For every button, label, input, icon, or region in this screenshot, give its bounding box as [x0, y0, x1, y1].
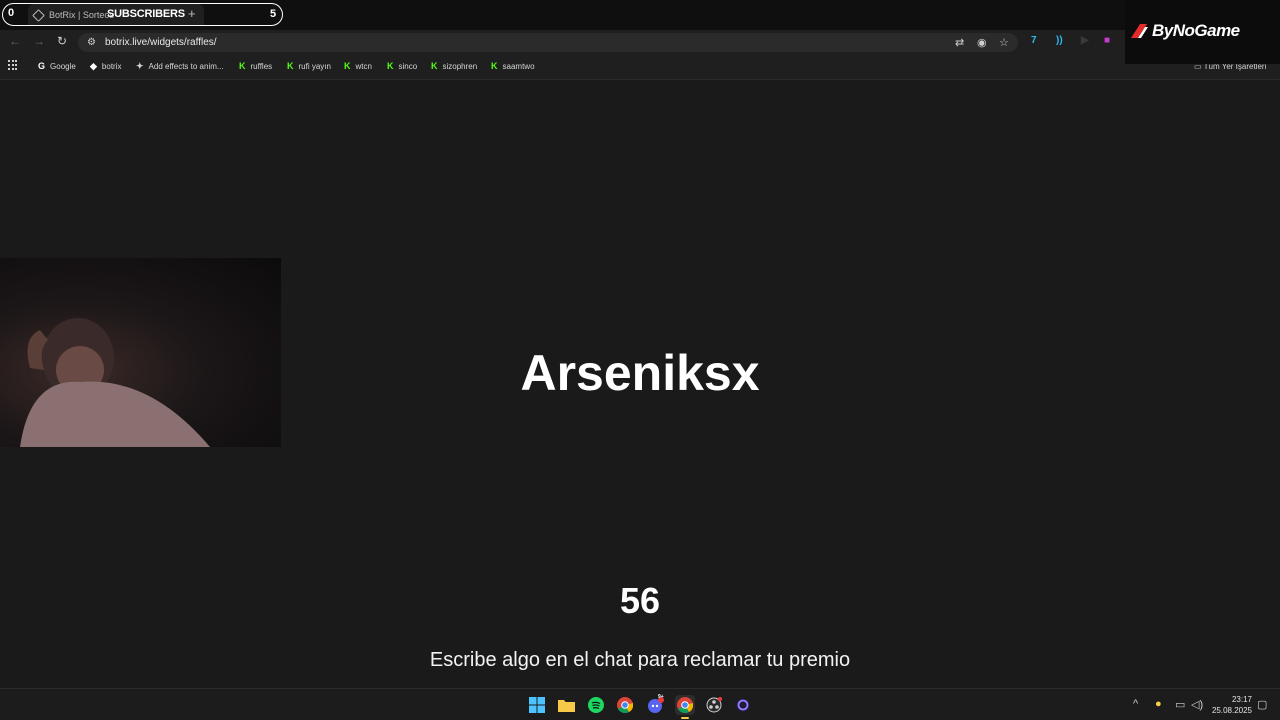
app-icon[interactable] [734, 696, 752, 714]
bynogame-logo-overlay: ByNoGame [1125, 0, 1280, 64]
chrome-active-icon[interactable] [675, 695, 695, 719]
reload-button[interactable]: ↻ [57, 34, 67, 48]
microphone-icon[interactable]: ● [1155, 698, 1162, 710]
browser-toolbar: ← → ↻ ⚙ botrix.live/widgets/raffles/ ⇄ ◉… [0, 30, 1280, 54]
system-clock[interactable]: 23:17 25.08.2025 [1206, 694, 1252, 716]
subscribers-left-count: 0 [8, 7, 15, 19]
discord-badge: 9+ [658, 694, 664, 700]
raffle-instruction: Escribe algo en el chat para reclamar tu… [429, 649, 851, 671]
url-text: botrix.live/widgets/raffles/ [105, 37, 217, 48]
raffle-countdown: 56 [619, 580, 661, 621]
diamond-icon: ◆ [90, 61, 97, 71]
subscribers-right-count: 5 [270, 8, 277, 20]
translate-icon[interactable]: ⇄ [955, 36, 964, 49]
bookmarks-bar: G Google ◆ botrix ✦ Add effects to anim.… [0, 54, 1280, 80]
file-explorer-icon[interactable] [557, 696, 575, 714]
bynogame-logo-icon [1131, 24, 1148, 38]
volume-icon[interactable]: ◁) [1191, 698, 1203, 711]
google-icon: G [38, 61, 46, 71]
bookmark-sizophren[interactable]: K sizophren [431, 61, 477, 71]
obs-icon[interactable] [705, 696, 723, 714]
extension-audio-icon[interactable]: )) [1056, 35, 1063, 46]
bookmark-add-effects[interactable]: ✦ Add effects to anim... [136, 61, 224, 72]
back-button[interactable]: ← [9, 34, 21, 48]
site-info-icon[interactable]: ⚙ [87, 37, 96, 48]
bookmark-saamtwo[interactable]: K saamtwo [491, 61, 535, 71]
kick-icon: K [491, 61, 498, 71]
bookmark-rufi-yayin[interactable]: K rufi yayın [287, 61, 331, 71]
clock-date: 25.08.2025 [1211, 706, 1252, 715]
subscribers-title: SUBSCRIBERS [107, 8, 185, 20]
extension-icon: ✦ [136, 61, 144, 71]
bookmark-botrix[interactable]: ◆ botrix [90, 61, 121, 72]
kick-icon: K [431, 61, 438, 71]
kick-icon: K [344, 61, 351, 71]
clock-time: 23:17 [1231, 695, 1252, 704]
bynogame-logo-text: ByNoGame [1152, 21, 1240, 40]
bookmark-google[interactable]: G Google [38, 61, 76, 71]
address-bar[interactable]: ⚙ botrix.live/widgets/raffles/ ⇄ ◉ ☆ [78, 33, 1018, 52]
bookmark-wtcn[interactable]: K wtcn [344, 61, 372, 71]
apps-grid-icon[interactable] [8, 60, 18, 70]
kick-icon: K [387, 61, 394, 71]
bookmark-ruffles[interactable]: K ruffles [239, 61, 272, 71]
discord-icon[interactable]: 9+ [646, 694, 664, 714]
notifications-icon[interactable]: ▢ [1257, 698, 1267, 711]
chrome-icon[interactable] [616, 696, 634, 714]
extension-7tv-icon[interactable]: 7 [1031, 35, 1037, 46]
raffle-winner-name: Arseniksx [520, 345, 760, 401]
tray-overflow-icon[interactable]: ^ [1133, 698, 1138, 710]
forward-button[interactable]: → [33, 34, 45, 48]
kick-icon: K [287, 61, 294, 71]
bookmark-sinco[interactable]: K sinco [387, 61, 417, 71]
kick-icon: K [239, 61, 246, 71]
active-app-indicator [681, 717, 689, 719]
eye-off-icon[interactable]: ◉ [977, 36, 987, 49]
network-icon[interactable]: ▭ [1175, 698, 1185, 711]
windows-taskbar: 9+ ^ ● ▭ ◁) 23:17 25.08.2025 ▢ [0, 688, 1280, 720]
tab-strip: BotRix | Sorteos + 0 SUBSCRIBERS 5 [0, 0, 1280, 30]
extension-purple-icon[interactable]: ■ [1104, 35, 1110, 46]
spotify-icon[interactable] [587, 696, 605, 714]
bookmark-star-icon[interactable]: ☆ [999, 36, 1009, 49]
extension-play-icon[interactable]: ▶ [1081, 35, 1089, 46]
windows-start-icon[interactable] [528, 696, 546, 714]
